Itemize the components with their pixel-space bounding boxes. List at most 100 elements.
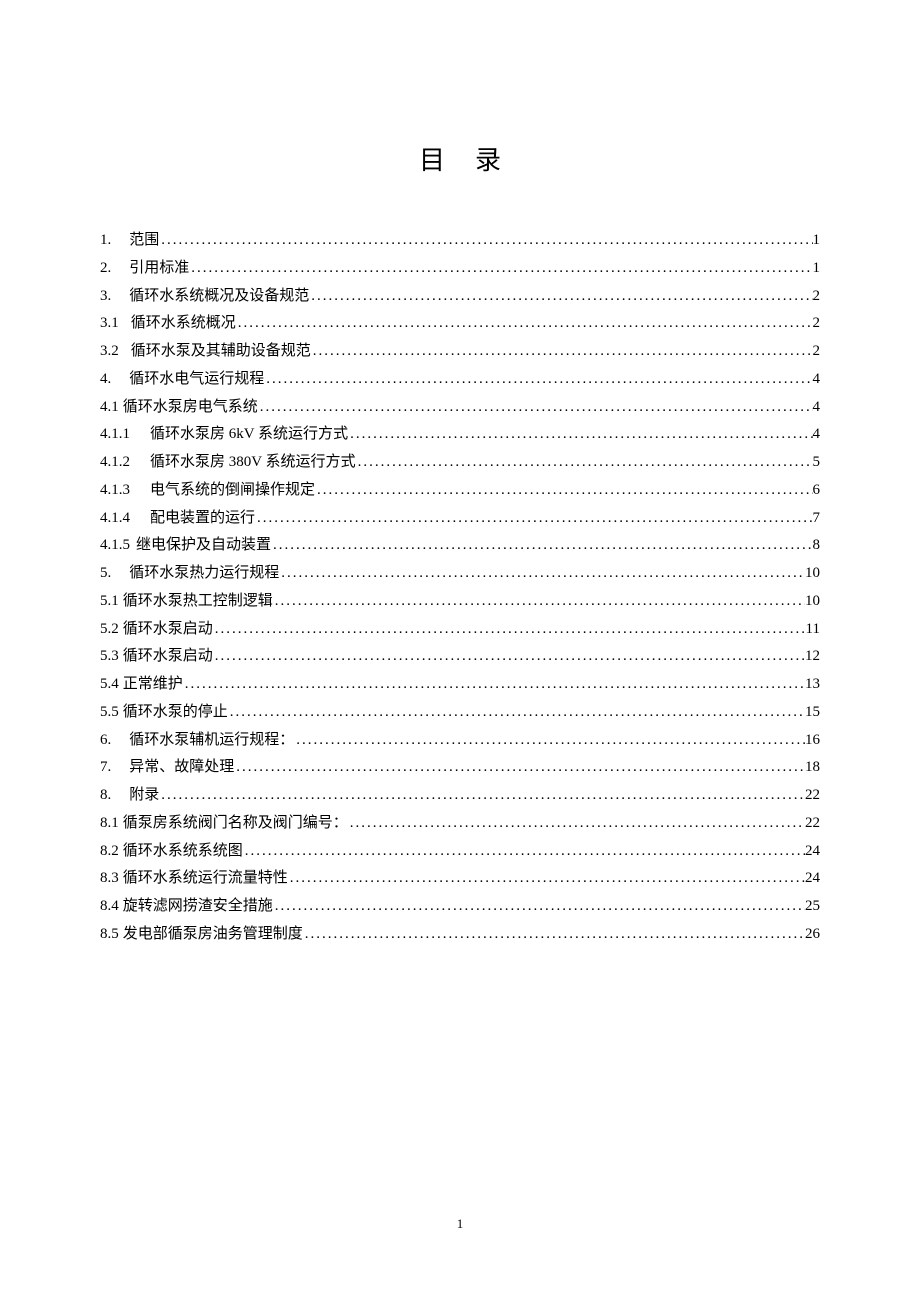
toc-leader-dots [255, 505, 812, 533]
toc-entry-page: 18 [805, 754, 820, 782]
toc-entry-page: 8 [813, 532, 821, 560]
toc-leader-dots [213, 616, 806, 644]
toc-entry-number: 4. [100, 366, 129, 394]
toc-leader-dots [315, 477, 812, 505]
toc-leader-dots [159, 227, 812, 255]
toc-entry-text: 循环水电气运行规程 [129, 366, 264, 394]
toc-entry-page: 11 [806, 616, 820, 644]
toc-entry[interactable]: 8.5发电部循泵房油务管理制度26 [100, 921, 820, 949]
toc-entry[interactable]: 5.5循环水泵的停止 15 [100, 699, 820, 727]
toc-entry-page: 1 [813, 227, 821, 255]
toc-title: 目录 [100, 140, 820, 177]
toc-entry-page: 5 [813, 449, 821, 477]
toc-entry[interactable]: 3.1循环水系统概况2 [100, 310, 820, 338]
toc-entry-page: 12 [805, 643, 820, 671]
toc-entry[interactable]: 8.3循环水系统运行流量特性24 [100, 865, 820, 893]
toc-entry[interactable]: 6.循环水泵辅机运行规程：16 [100, 727, 820, 755]
toc-entry-page: 26 [805, 921, 820, 949]
toc-entry-text: 电气系统的倒闸操作规定 [150, 477, 315, 505]
toc-entry-text: 旋转滤网捞渣安全措施 [123, 893, 273, 921]
toc-entry-text: 循环水系统概况及设备规范 [129, 283, 309, 311]
toc-entry-text: 正常维护 [123, 671, 183, 699]
toc-entry-number: 4.1.3 [100, 477, 150, 505]
toc-entry-text: 异常、故障处理 [129, 754, 234, 782]
toc-entry-number: 8.1 [100, 810, 123, 838]
toc-entry-page: 24 [805, 838, 820, 866]
toc-entry-page: 22 [805, 810, 820, 838]
toc-entry[interactable]: 4.循环水电气运行规程 4 [100, 366, 820, 394]
toc-leader-dots [189, 255, 812, 283]
toc-leader-dots [288, 865, 805, 893]
toc-entry-text: 循环水泵的停止 [123, 699, 228, 727]
toc-entry-text: 配电装置的运行 [150, 505, 255, 533]
toc-leader-dots [303, 921, 805, 949]
toc-entry[interactable]: 4.1.3电气系统的倒闸操作规定6 [100, 477, 820, 505]
toc-entry-page: 22 [805, 782, 820, 810]
toc-entry[interactable]: 5.3循环水泵启动 12 [100, 643, 820, 671]
toc-entry[interactable]: 5.循环水泵热力运行规程 10 [100, 560, 820, 588]
toc-entry[interactable]: 8.1循泵房系统阀门名称及阀门编号： 22 [100, 810, 820, 838]
toc-entry[interactable]: 1.范围1 [100, 227, 820, 255]
toc-entry[interactable]: 4.1.5继电保护及自动装置8 [100, 532, 820, 560]
toc-entry-number: 3.1 [100, 310, 131, 338]
toc-entry-page: 15 [805, 699, 820, 727]
toc-leader-dots [213, 643, 805, 671]
toc-leader-dots [271, 532, 812, 560]
toc-leader-dots [309, 283, 812, 311]
toc-leader-dots [348, 421, 812, 449]
toc-entry-number: 5. [100, 560, 129, 588]
toc-entry[interactable]: 2.引用标准1 [100, 255, 820, 283]
toc-entry[interactable]: 5.4正常维护13 [100, 671, 820, 699]
toc-leader-dots [356, 449, 813, 477]
page-number: 1 [0, 1216, 920, 1232]
toc-entry-text: 循环水泵房 6kV 系统运行方式 [150, 421, 348, 449]
toc-entry-text: 发电部循泵房油务管理制度 [123, 921, 303, 949]
toc-leader-dots [258, 394, 813, 422]
toc-entry-page: 1 [813, 255, 821, 283]
toc-entry[interactable]: 4.1.2循环水泵房 380V 系统运行方式 5 [100, 449, 820, 477]
toc-entry-number: 5.5 [100, 699, 123, 727]
toc-entry-text: 循环水泵启动 [123, 643, 213, 671]
toc-entry-text: 循泵房系统阀门名称及阀门编号： [123, 810, 348, 838]
toc-entry-text: 循环水泵热力运行规程 [129, 560, 279, 588]
toc-entry-number: 7. [100, 754, 129, 782]
toc-leader-dots [311, 338, 813, 366]
toc-entry[interactable]: 8.4旋转滤网捞渣安全措施25 [100, 893, 820, 921]
toc-entry-number: 8.4 [100, 893, 123, 921]
toc-entry[interactable]: 8.2循环水系统系统图24 [100, 838, 820, 866]
toc-entry-page: 2 [813, 338, 821, 366]
toc-entry-page: 13 [805, 671, 820, 699]
toc-entry-text: 循环水泵房电气系统 [123, 394, 258, 422]
toc-entry-text: 循环水泵及其辅助设备规范 [131, 338, 311, 366]
toc-entry-number: 6. [100, 727, 129, 755]
toc-leader-dots [243, 838, 805, 866]
toc-list: 1.范围12.引用标准13.循环水系统概况及设备规范23.1循环水系统概况23.… [100, 227, 820, 949]
toc-leader-dots [279, 560, 805, 588]
toc-entry-number: 4.1.2 [100, 449, 150, 477]
toc-entry-number: 8.3 [100, 865, 123, 893]
toc-entry[interactable]: 5.1循环水泵热工控制逻辑10 [100, 588, 820, 616]
toc-entry-number: 4.1.4 [100, 505, 150, 533]
toc-entry-text: 循环水系统概况 [131, 310, 236, 338]
toc-entry-page: 4 [813, 366, 821, 394]
toc-leader-dots [294, 727, 805, 755]
toc-entry-text: 循环水系统系统图 [123, 838, 243, 866]
toc-entry-page: 2 [813, 283, 821, 311]
toc-leader-dots [273, 893, 805, 921]
toc-entry[interactable]: 3.2循环水泵及其辅助设备规范2 [100, 338, 820, 366]
toc-entry[interactable]: 4.1.1循环水泵房 6kV 系统运行方式4 [100, 421, 820, 449]
toc-entry[interactable]: 8.附录22 [100, 782, 820, 810]
toc-leader-dots [264, 366, 812, 394]
toc-leader-dots [183, 671, 805, 699]
toc-entry[interactable]: 4.1循环水泵房电气系统4 [100, 394, 820, 422]
toc-entry[interactable]: 3.循环水系统概况及设备规范2 [100, 283, 820, 311]
toc-entry[interactable]: 7.异常、故障处理 18 [100, 754, 820, 782]
toc-entry-number: 5.3 [100, 643, 123, 671]
toc-entry-text: 继电保护及自动装置 [136, 532, 271, 560]
toc-entry-text: 循环水泵房 380V 系统运行方式 [150, 449, 356, 477]
toc-entry[interactable]: 4.1.4配电装置的运行7 [100, 505, 820, 533]
toc-leader-dots [159, 782, 805, 810]
toc-entry-page: 10 [805, 560, 820, 588]
toc-entry-number: 4.1 [100, 394, 123, 422]
toc-entry[interactable]: 5.2循环水泵启动11 [100, 616, 820, 644]
